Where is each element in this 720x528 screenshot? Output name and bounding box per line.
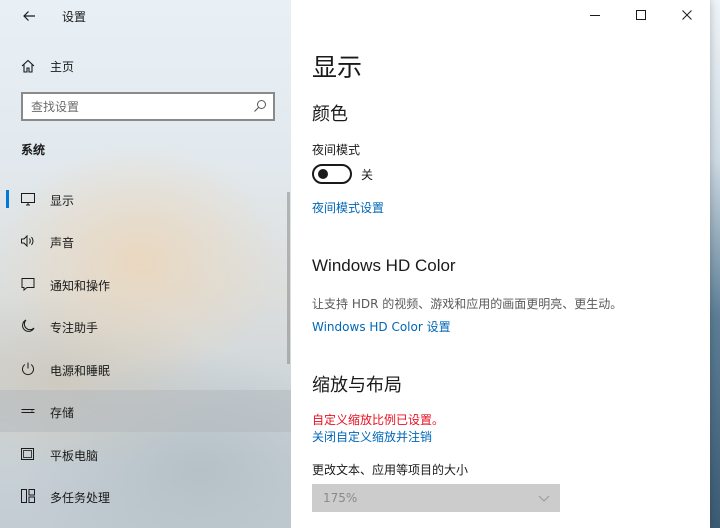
- size-dropdown-label: 更改文本、应用等项目的大小: [312, 463, 469, 477]
- sidebar-item-focus-assist[interactable]: 专注助手: [0, 305, 291, 347]
- maximize-button[interactable]: [618, 0, 664, 30]
- toggle-state-label: 关: [361, 168, 374, 182]
- sidebar: 设置 主页 系统: [0, 0, 291, 528]
- scale-size-dropdown[interactable]: 175%: [312, 484, 560, 512]
- moon-icon: [20, 318, 36, 334]
- minimize-icon: [590, 15, 600, 16]
- search-input[interactable]: [31, 98, 241, 116]
- sidebar-item-label: 专注助手: [50, 321, 99, 335]
- close-icon: [682, 10, 692, 20]
- title-bar-left: 设置: [0, 0, 291, 32]
- hd-color-settings-link[interactable]: Windows HD Color 设置: [312, 318, 451, 335]
- settings-window: 设置 主页 系统: [0, 0, 710, 528]
- sidebar-item-label: 存储: [50, 406, 75, 420]
- chevron-down-icon: [538, 493, 550, 503]
- window-controls: [572, 0, 710, 32]
- night-light-toggle[interactable]: [312, 164, 352, 184]
- search-icon[interactable]: [253, 99, 267, 113]
- night-light-settings-link[interactable]: 夜间模式设置: [312, 199, 384, 216]
- turn-off-custom-scaling-link[interactable]: 关闭自定义缩放并注销: [312, 428, 432, 445]
- section-heading-scale-layout: 缩放与布局: [312, 375, 402, 396]
- sidebar-item-label: 多任务处理: [50, 491, 111, 505]
- minimize-button[interactable]: [572, 0, 618, 30]
- sidebar-item-display[interactable]: 显示: [0, 178, 291, 220]
- notification-icon: [20, 276, 36, 292]
- sidebar-item-notifications[interactable]: 通知和操作: [0, 263, 291, 305]
- multitask-icon: [20, 488, 36, 504]
- maximize-icon: [636, 10, 646, 20]
- sidebar-item-tablet[interactable]: 平板电脑: [0, 433, 291, 475]
- power-icon: [20, 361, 36, 377]
- sidebar-item-power-sleep[interactable]: 电源和睡眠: [0, 348, 291, 390]
- sidebar-scrollbar[interactable]: [287, 192, 290, 364]
- content-pane: 显示 颜色 夜间模式 关 夜间模式设置 Windows HD Color 让支持…: [291, 0, 710, 528]
- night-light-label: 夜间模式: [312, 143, 361, 157]
- dropdown-value: 175%: [323, 491, 358, 505]
- monitor-icon: [20, 191, 36, 207]
- sidebar-item-storage[interactable]: 存储: [0, 390, 291, 432]
- section-heading-hd-color: Windows HD Color: [312, 256, 456, 275]
- search-box[interactable]: [21, 92, 275, 121]
- section-label-system: 系统: [21, 143, 46, 157]
- sidebar-item-label: 显示: [50, 194, 75, 208]
- sidebar-item-label: 声音: [50, 236, 75, 250]
- app-title: 设置: [62, 10, 87, 24]
- sidebar-item-label: 通知和操作: [50, 279, 111, 293]
- storage-icon: [20, 403, 36, 419]
- toggle-knob: [318, 169, 328, 179]
- sidebar-item-sound[interactable]: 声音: [0, 220, 291, 262]
- selected-indicator: [6, 190, 9, 208]
- section-heading-color: 颜色: [312, 104, 348, 125]
- speaker-icon: [20, 233, 36, 249]
- page-title: 显示: [312, 53, 363, 82]
- sidebar-item-label: 电源和睡眠: [50, 364, 111, 378]
- close-button[interactable]: [664, 0, 710, 30]
- arrow-left-icon: [23, 11, 35, 21]
- home-icon: [20, 58, 36, 74]
- sidebar-item-multitasking[interactable]: 多任务处理: [0, 475, 291, 517]
- sidebar-item-home[interactable]: 主页: [0, 50, 291, 82]
- tablet-icon: [20, 446, 36, 462]
- hd-color-description: 让支持 HDR 的视频、游戏和应用的画面更明亮、更生动。: [312, 297, 623, 311]
- sidebar-item-label: 平板电脑: [50, 449, 99, 463]
- sidebar-item-label: 主页: [50, 60, 75, 74]
- custom-scaling-warning: 自定义缩放比例已设置。: [312, 413, 445, 427]
- back-button[interactable]: [14, 5, 44, 27]
